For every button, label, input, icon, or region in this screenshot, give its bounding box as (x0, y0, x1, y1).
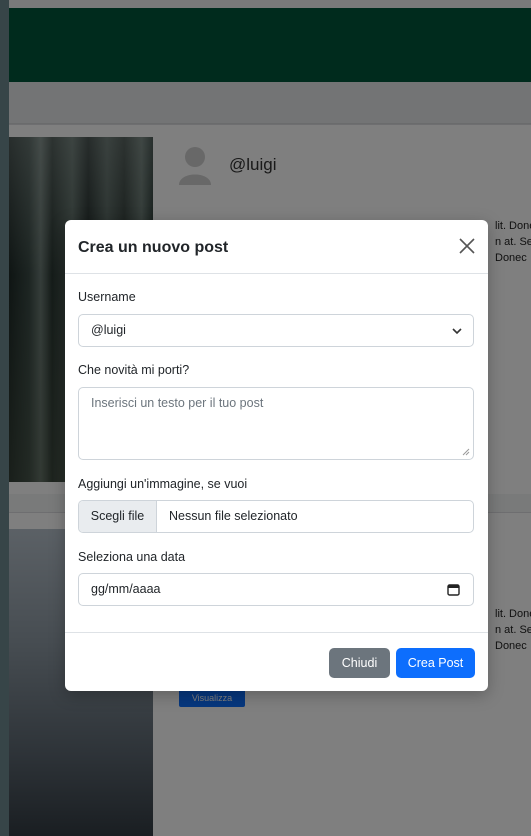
image-label: Aggiungi un'immagine, se vuoi (78, 477, 248, 491)
image-file-input[interactable]: Scegli file Nessun file selezionato (78, 500, 474, 533)
create-post-button[interactable]: Crea Post (396, 648, 475, 678)
file-status: Nessun file selezionato (169, 509, 298, 523)
choose-file-button[interactable]: Scegli file (79, 501, 157, 532)
username-label: Username (78, 290, 136, 304)
modal-header: Crea un nuovo post (65, 220, 488, 274)
username-select-value: @luigi (91, 323, 126, 337)
modal-footer: Chiudi Crea Post (65, 632, 488, 691)
calendar-icon[interactable] (447, 583, 460, 596)
date-label: Seleziona una data (78, 550, 186, 564)
post-text-label: Che novità mi porti? (78, 363, 190, 377)
resize-grip-icon[interactable] (462, 448, 470, 456)
date-placeholder: gg/mm/aaaa (91, 582, 161, 596)
close-icon[interactable] (456, 235, 478, 257)
post-text-placeholder: Inserisci un testo per il tuo post (91, 396, 264, 410)
date-input[interactable]: gg/mm/aaaa (78, 573, 474, 606)
username-select[interactable]: @luigi (78, 314, 474, 347)
post-text-area[interactable]: Inserisci un testo per il tuo post (78, 387, 474, 460)
close-button[interactable]: Chiudi (329, 648, 390, 678)
create-post-modal: Crea un nuovo post Username @luigi Che n… (65, 220, 488, 691)
modal-title: Crea un nuovo post (78, 239, 229, 256)
chevron-down-icon (452, 328, 462, 335)
